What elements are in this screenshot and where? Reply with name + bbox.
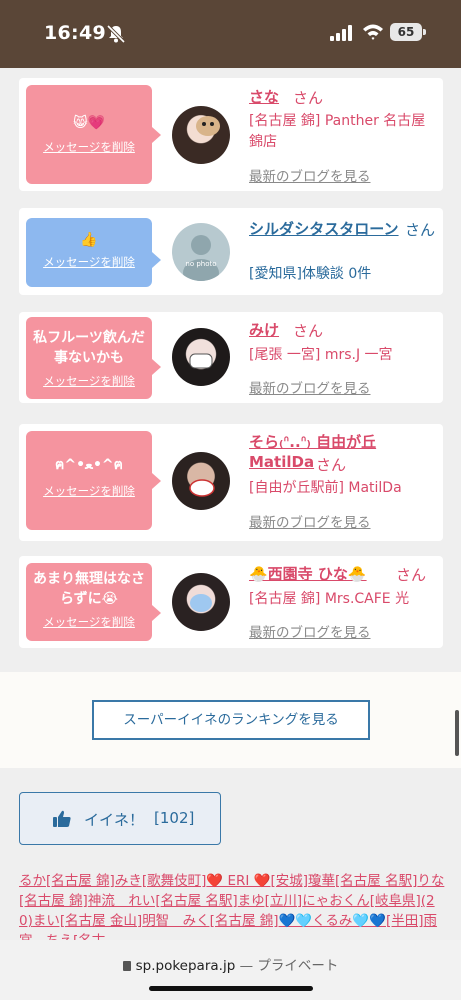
- scrollbar-thumb[interactable]: [455, 710, 459, 756]
- message-text: ฅ^•ﻌ•^ฅ: [55, 457, 123, 473]
- like-card: ฅ^•ﻌ•^ฅ メッセージを削除 そら₍ᐢ..ᐢ₎ 自由が丘MatilDa さん…: [19, 424, 443, 541]
- address-bar[interactable]: sp.pokepara.jp — プライベート: [0, 954, 461, 974]
- avatar-photo: [190, 594, 212, 612]
- liker-link[interactable]: るか[名古屋 錦]: [19, 873, 115, 889]
- liker-link[interactable]: ❤️ ERI ❤️[安城]: [206, 873, 308, 889]
- avatar[interactable]: [172, 452, 230, 510]
- like-button-label: イイネ！: [84, 811, 145, 829]
- ranking-section: スーパーイイネのランキングを見る: [0, 672, 461, 768]
- message-text: 👍: [80, 232, 98, 248]
- avatar-photo: [189, 353, 213, 369]
- wifi-icon: [363, 24, 383, 40]
- avatar[interactable]: [172, 573, 230, 631]
- avatar[interactable]: [172, 328, 230, 386]
- like-card: 私フルーツ飲んだ事ないかも メッセージを削除 みけ さん [尾張 一宮] mrs…: [19, 312, 443, 403]
- avatar-photo: [196, 116, 220, 136]
- shop-info[interactable]: [名古屋 錦] Panther 名古屋錦店: [249, 111, 434, 153]
- liker-link[interactable]: 瓊華[名古屋 名駅]: [308, 873, 417, 889]
- cellular-signal-icon: [330, 25, 352, 41]
- message-bubble: あまり無理はなさらずに😭 メッセージを削除: [26, 563, 161, 641]
- name-suffix: さん: [293, 89, 324, 107]
- cast-name-link[interactable]: シルダシタスタローン: [249, 219, 399, 239]
- name-suffix: さん: [293, 322, 324, 340]
- name-suffix: さん: [396, 566, 427, 584]
- like-card: あまり無理はなさらずに😭 メッセージを削除 🐣西園寺 ひな🐣 さん [名古屋 錦…: [19, 556, 443, 648]
- shop-info[interactable]: [自由が丘駅前] MatilDa: [249, 478, 434, 499]
- like-card: 👍 メッセージを削除 no photo シルダシタスタローン さん [愛知県]体…: [19, 208, 443, 295]
- avatar[interactable]: [172, 106, 230, 164]
- message-bubble: ฅ^•ﻌ•^ฅ メッセージを削除: [26, 431, 161, 530]
- like-button[interactable]: イイネ！ [102]: [19, 792, 221, 845]
- status-bar: 16:49 65: [0, 0, 461, 68]
- message-bubble: 私フルーツ飲んだ事ないかも メッセージを削除: [26, 317, 161, 399]
- super-like-ranking-button[interactable]: スーパーイイネのランキングを見る: [92, 700, 370, 740]
- name-suffix: さん: [405, 221, 436, 239]
- latest-blog-link[interactable]: 最新のブログを見る: [249, 165, 371, 185]
- latest-blog-link[interactable]: 最新のブログを見る: [249, 377, 371, 397]
- liker-link[interactable]: まい[名古屋 金山]: [33, 913, 142, 929]
- delete-message-link[interactable]: メッセージを削除: [43, 373, 135, 389]
- message-bubble: 👍 メッセージを削除: [26, 218, 161, 287]
- browser-bottom-bar: sp.pokepara.jp — プライベート: [0, 940, 461, 1000]
- message-text: 😸💗: [72, 115, 106, 131]
- cast-name-link[interactable]: みけ: [249, 320, 279, 340]
- liker-link[interactable]: 神流 れい[名古屋 名駅]: [88, 893, 238, 909]
- battery-icon: 65: [390, 23, 426, 41]
- avatar[interactable]: no photo: [172, 223, 230, 281]
- thumbs-up-icon: [53, 810, 71, 827]
- status-time: 16:49: [44, 22, 106, 44]
- message-bubble: 😸💗 メッセージを削除: [26, 85, 161, 184]
- like-card: 😸💗 メッセージを削除 さな さん [名古屋 錦] Panther 名古屋錦店 …: [19, 78, 443, 191]
- liker-link[interactable]: みき[歌舞伎町]: [115, 873, 207, 889]
- message-text: 私フルーツ飲んだ事ないかも: [33, 330, 145, 366]
- latest-blog-link[interactable]: 最新のブログを見る: [249, 621, 371, 641]
- liker-link[interactable]: まゆ[立川]: [238, 893, 303, 909]
- avatar-placeholder-text: no photo: [185, 260, 217, 268]
- liker-link[interactable]: 明智 みく[名古屋 錦]: [142, 913, 278, 929]
- private-mode-label: — プライベート: [239, 958, 339, 974]
- like-count: [102]: [154, 809, 195, 827]
- home-indicator[interactable]: [149, 986, 313, 991]
- lock-icon: [122, 961, 131, 971]
- likers-list: るか[名古屋 錦]みき[歌舞伎町]❤️ ERI ❤️[安城]瓊華[名古屋 名駅]…: [19, 871, 445, 951]
- name-suffix: さん: [316, 456, 347, 474]
- shop-info[interactable]: [名古屋 錦] Mrs.CAFE 光: [249, 589, 434, 610]
- delete-message-link[interactable]: メッセージを削除: [43, 483, 135, 499]
- url-text: sp.pokepara.jp: [135, 958, 236, 974]
- delete-message-link[interactable]: メッセージを削除: [43, 139, 135, 155]
- delete-message-link[interactable]: メッセージを削除: [43, 254, 135, 270]
- avatar-photo: [189, 479, 215, 497]
- cast-name-link[interactable]: さな: [249, 87, 279, 107]
- liker-link[interactable]: 💙🩵くるみ🩵💙[半田]: [279, 913, 424, 929]
- shop-info[interactable]: [愛知県]体験談 0件: [249, 264, 434, 285]
- latest-blog-link[interactable]: 最新のブログを見る: [249, 511, 371, 531]
- bell-muted-icon: [106, 24, 126, 44]
- message-text: あまり無理はなさらずに😭: [33, 571, 145, 607]
- shop-info[interactable]: [尾張 一宮] mrs.J 一宮: [249, 345, 434, 366]
- no-photo-avatar-icon: [183, 235, 219, 281]
- cast-name-link[interactable]: 🐣西園寺 ひな🐣: [249, 564, 367, 584]
- delete-message-link[interactable]: メッセージを削除: [43, 614, 135, 630]
